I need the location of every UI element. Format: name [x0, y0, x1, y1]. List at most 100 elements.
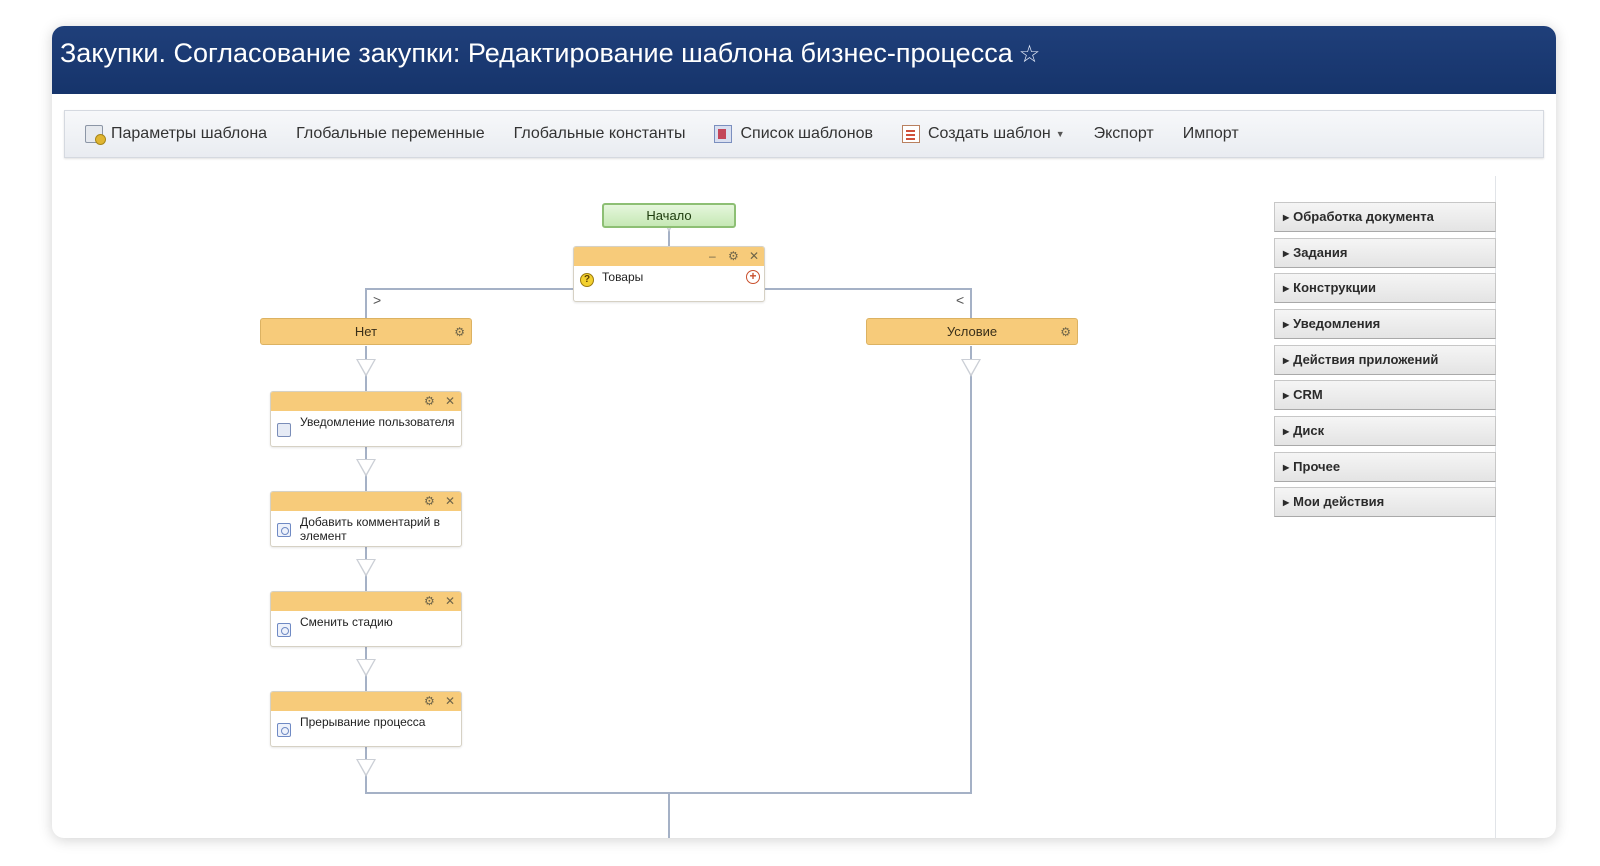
- connector-line: [970, 288, 972, 318]
- import-button[interactable]: Импорт: [1183, 125, 1239, 143]
- template-list-icon: [714, 125, 733, 143]
- block-header: ⚙ ✕: [271, 392, 461, 411]
- template-list-label: Список шаблонов: [740, 125, 873, 142]
- branch-no-label: Нет: [354, 324, 378, 339]
- start-block[interactable]: Начало: [602, 203, 736, 228]
- palette-group-label: Мои действия: [1293, 494, 1385, 509]
- flow-arrow-icon: [961, 359, 981, 377]
- palette-group-label: Обработка документа: [1293, 209, 1434, 224]
- close-icon[interactable]: ✕: [445, 393, 455, 409]
- palette-group-my-actions[interactable]: ▶ Мои действия: [1274, 487, 1496, 517]
- palette-group-document[interactable]: ▶ Обработка документа: [1274, 202, 1496, 232]
- close-icon[interactable]: ✕: [445, 593, 455, 609]
- branch-condition[interactable]: Условие ⚙: [866, 318, 1078, 345]
- page-header: Закупки. Согласование закупки: Редактиро…: [52, 26, 1556, 94]
- export-label: Экспорт: [1093, 125, 1154, 142]
- global-constants-button[interactable]: Глобальные константы: [514, 125, 686, 143]
- expand-arrow-icon: ▶: [1283, 249, 1290, 258]
- block-body: Сменить стадию: [271, 611, 461, 637]
- palette-group-label: Диск: [1293, 423, 1325, 438]
- condition-icon: ?: [580, 273, 594, 287]
- settings-gear-icon[interactable]: ⚙: [728, 248, 739, 264]
- settings-gear-icon[interactable]: ⚙: [454, 324, 465, 340]
- connector-line: [970, 346, 972, 794]
- import-label: Импорт: [1182, 125, 1239, 142]
- close-icon[interactable]: ✕: [445, 493, 455, 509]
- block-body: ? Товары +: [574, 266, 764, 287]
- settings-gear-icon[interactable]: ⚙: [424, 593, 435, 609]
- flow-arrow-icon: [356, 559, 376, 577]
- close-icon[interactable]: ✕: [445, 693, 455, 709]
- settings-gear-icon[interactable]: ⚙: [424, 393, 435, 409]
- action-block-comment[interactable]: ⚙ ✕ Добавить комментарий в элемент: [270, 491, 462, 547]
- expand-arrow-icon: ▶: [1283, 427, 1290, 436]
- block-body: Добавить комментарий в элемент: [271, 511, 461, 543]
- global-variables-label: Глобальные переменные: [296, 125, 485, 142]
- flow-arrow-icon: [356, 659, 376, 677]
- palette-group-label: Уведомления: [1293, 316, 1381, 331]
- palette-group-disk[interactable]: ▶ Диск: [1274, 416, 1496, 446]
- template-params-icon: [85, 125, 106, 145]
- block-header: ⚙ ✕: [271, 492, 461, 511]
- branch-right-chevron-icon[interactable]: <: [956, 292, 964, 308]
- expand-arrow-icon: ▶: [1283, 463, 1290, 472]
- palette-group-label: CRM: [1293, 387, 1323, 402]
- connector-line: [764, 288, 972, 290]
- palette-group-app-actions[interactable]: ▶ Действия приложений: [1274, 345, 1496, 375]
- palette-group-notifications[interactable]: ▶ Уведомления: [1274, 309, 1496, 339]
- palette-group-crm[interactable]: ▶ CRM: [1274, 380, 1496, 410]
- add-branch-icon[interactable]: +: [746, 270, 760, 284]
- action-label: Добавить комментарий в элемент: [300, 515, 441, 543]
- create-template-button[interactable]: Создать шаблон ▼: [902, 125, 1065, 143]
- action-block-change-stage[interactable]: ⚙ ✕ Сменить стадию: [270, 591, 462, 647]
- template-list-button[interactable]: Список шаблонов: [714, 125, 873, 143]
- activity-icon: [277, 523, 291, 537]
- template-params-label: Параметры шаблона: [111, 125, 268, 142]
- settings-gear-icon[interactable]: ⚙: [424, 493, 435, 509]
- dropdown-caret-icon: ▼: [1055, 129, 1065, 139]
- activity-palette: ▶ Обработка документа ▶ Задания ▶ Конструкц…: [1272, 176, 1496, 838]
- expand-arrow-icon: ▶: [1283, 356, 1290, 365]
- app-window: Закупки. Согласование закупки: Редактиро…: [52, 26, 1556, 838]
- palette-group-label: Действия приложений: [1293, 352, 1439, 367]
- global-variables-button[interactable]: Глобальные переменные: [296, 125, 485, 143]
- flow-arrow-icon: [356, 459, 376, 477]
- template-params-button[interactable]: Параметры шаблона: [85, 125, 268, 145]
- expand-arrow-icon: ▶: [1283, 320, 1290, 329]
- block-header: ⚙ ✕: [271, 692, 461, 711]
- palette-group-label: Конструкции: [1293, 280, 1376, 295]
- create-template-label: Создать шаблон: [928, 125, 1051, 142]
- expand-arrow-icon: ▶: [1283, 391, 1290, 400]
- activity-icon: [277, 623, 291, 637]
- palette-group-label: Задания: [1293, 245, 1348, 260]
- settings-gear-icon[interactable]: ⚙: [424, 693, 435, 709]
- designer-toolbar: Параметры шаблона Глобальные переменные …: [64, 110, 1544, 158]
- palette-group-tasks[interactable]: ▶ Задания: [1274, 238, 1496, 268]
- expand-arrow-icon: ▶: [1283, 213, 1290, 222]
- create-template-icon: [902, 125, 920, 143]
- block-body: Уведомление пользователя: [271, 411, 461, 437]
- export-button[interactable]: Экспорт: [1094, 125, 1154, 143]
- palette-group-other[interactable]: ▶ Прочее: [1274, 452, 1496, 482]
- branch-left-chevron-icon[interactable]: >: [373, 292, 381, 308]
- expand-arrow-icon: ▶: [1283, 284, 1290, 293]
- action-label: Прерывание процесса: [300, 715, 426, 729]
- notification-icon: [277, 423, 291, 437]
- action-block-terminate[interactable]: ⚙ ✕ Прерывание процесса: [270, 691, 462, 747]
- flow-arrow-icon: [356, 759, 376, 777]
- activity-icon: [277, 723, 291, 737]
- palette-group-constructions[interactable]: ▶ Конструкции: [1274, 273, 1496, 303]
- page-title: Закупки. Согласование закупки: Редактиро…: [60, 38, 1013, 68]
- branch-no[interactable]: Нет ⚙: [260, 318, 472, 345]
- condition-block[interactable]: – ⚙ ✕ ? Товары +: [573, 246, 765, 302]
- close-icon[interactable]: ✕: [749, 248, 759, 264]
- connector-line: [668, 792, 670, 838]
- connector-line: [365, 288, 367, 318]
- action-label: Уведомление пользователя: [300, 415, 455, 429]
- settings-gear-icon[interactable]: ⚙: [1060, 324, 1071, 340]
- favorite-star-icon[interactable]: ☆: [1019, 41, 1041, 68]
- minimize-icon[interactable]: –: [709, 248, 716, 264]
- global-constants-label: Глобальные константы: [513, 125, 686, 142]
- action-block-notification[interactable]: ⚙ ✕ Уведомление пользователя: [270, 391, 462, 447]
- connector-line: [365, 288, 573, 290]
